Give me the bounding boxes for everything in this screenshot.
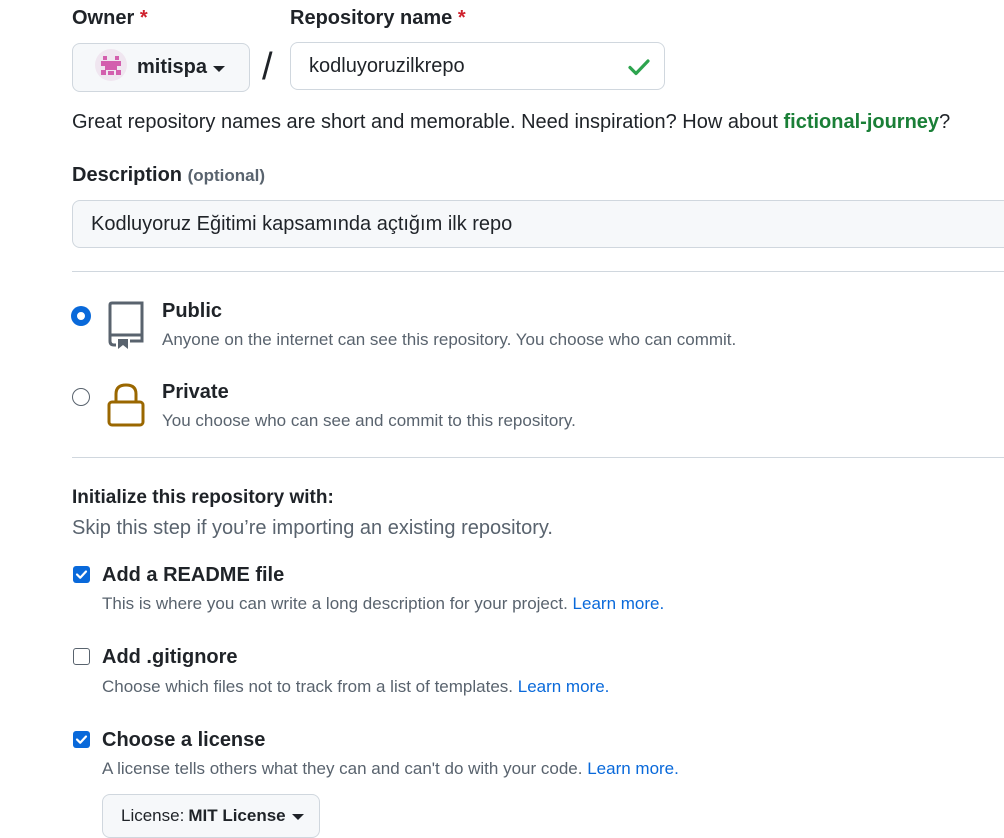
description-label: Description (optional) xyxy=(72,164,266,186)
description-input[interactable] xyxy=(72,200,1004,248)
check-icon xyxy=(627,55,651,84)
init-subtitle: Skip this step if you’re importing an ex… xyxy=(72,517,553,539)
private-title: Private xyxy=(162,381,229,403)
readme-title: Add a README file xyxy=(102,564,285,586)
owner-repo-separator: / xyxy=(262,46,273,88)
gitignore-learn-more-link[interactable]: Learn more. xyxy=(518,677,610,696)
owner-name: mitispa xyxy=(137,56,208,78)
repo-icon xyxy=(106,301,146,354)
owner-required-mark: * xyxy=(139,7,148,29)
license-checkbox[interactable] xyxy=(73,731,90,748)
checkmark-icon xyxy=(75,735,88,744)
private-description: You choose who can see and commit to thi… xyxy=(162,411,576,430)
private-radio[interactable] xyxy=(72,388,90,406)
license-learn-more-link[interactable]: Learn more. xyxy=(587,759,679,778)
owner-label: Owner * xyxy=(72,7,148,29)
gitignore-checkbox[interactable] xyxy=(73,648,90,665)
public-radio[interactable] xyxy=(72,307,90,325)
public-description: Anyone on the internet can see this repo… xyxy=(162,330,737,349)
checkmark-icon xyxy=(75,570,88,579)
license-title: Choose a license xyxy=(102,729,266,751)
optional-hint: (optional) xyxy=(187,166,266,185)
chevron-down-icon xyxy=(291,814,304,820)
license-select-button[interactable]: License: MIT License xyxy=(102,794,320,838)
chevron-down-icon xyxy=(213,65,226,72)
repo-name-required-mark: * xyxy=(457,7,466,29)
divider xyxy=(72,457,1004,458)
readme-learn-more-link[interactable]: Learn more. xyxy=(573,594,665,613)
lock-icon xyxy=(106,382,146,433)
owner-select-button[interactable]: mitispa xyxy=(72,43,250,92)
owner-avatar xyxy=(95,49,127,86)
repo-name-label: Repository name * xyxy=(290,7,466,29)
gitignore-title: Add .gitignore xyxy=(102,646,238,668)
gitignore-description: Choose which files not to track from a l… xyxy=(102,677,610,696)
repo-name-hint: Great repository names are short and mem… xyxy=(72,111,951,133)
repo-name-input[interactable] xyxy=(290,42,665,90)
public-title: Public xyxy=(162,300,223,322)
init-title: Initialize this repository with: xyxy=(72,487,334,508)
license-select-prefix: License: xyxy=(121,806,185,825)
name-suggestion-link[interactable]: fictional-journey xyxy=(783,111,939,133)
license-description: A license tells others what they can and… xyxy=(102,759,679,778)
license-select-value: MIT License xyxy=(188,806,286,825)
divider xyxy=(72,271,1004,272)
readme-checkbox[interactable] xyxy=(73,566,90,583)
readme-description: This is where you can write a long descr… xyxy=(102,594,665,613)
